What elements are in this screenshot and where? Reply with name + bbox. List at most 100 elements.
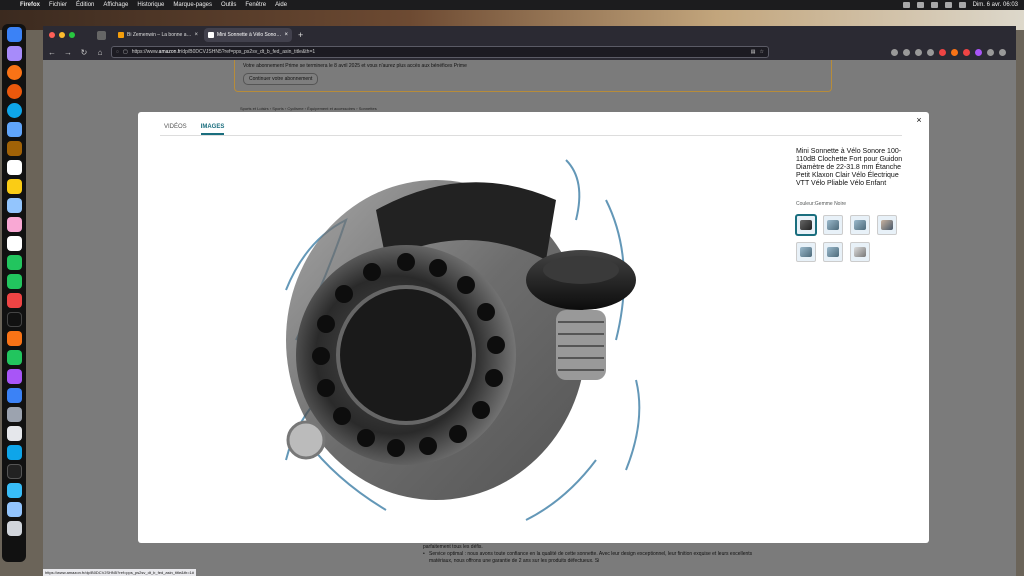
breadcrumb[interactable]: Sports et Loisirs › Sports › Cyclisme › … (240, 106, 377, 111)
main-product-image[interactable] (266, 140, 662, 536)
messages-icon[interactable] (6, 350, 22, 365)
thumbnail-5[interactable] (796, 242, 816, 262)
maps-icon[interactable] (6, 198, 22, 213)
menu-fichier[interactable]: Fichier (49, 2, 67, 8)
finder-icon[interactable] (6, 27, 22, 42)
tab-videos[interactable]: VIDÉOS (164, 124, 187, 135)
mount-screw (286, 420, 326, 460)
forward-icon[interactable]: → (63, 48, 73, 57)
thumbnail-image (881, 220, 893, 230)
minimize-window-icon[interactable] (59, 32, 65, 38)
window-controls (49, 32, 75, 38)
reminders-icon[interactable] (6, 236, 22, 251)
terminal-icon[interactable] (6, 464, 22, 479)
url-bar[interactable]: ◌ ▢ https://www.amazon.fr/dp/B0DCVJSHN5?… (111, 46, 769, 58)
thumbnail-image (800, 220, 812, 230)
tab-close-icon[interactable]: × (284, 32, 288, 38)
tab-label: Mini Sonnette à Vélo Sonore 10 (217, 32, 282, 38)
thumbnail-7[interactable] (850, 242, 870, 262)
cloud-icon[interactable] (6, 483, 22, 498)
menu-historique[interactable]: Historique (137, 2, 164, 8)
tv-icon[interactable] (6, 312, 22, 327)
app-store-icon[interactable] (6, 388, 22, 403)
tab-overview-icon[interactable] (97, 30, 106, 40)
thumbnail-2[interactable] (823, 215, 843, 235)
search-icon[interactable] (944, 2, 952, 8)
reader-icon[interactable]: ▤ (751, 49, 756, 55)
menu-fenetre[interactable]: Fenêtre (245, 2, 266, 8)
extension-icon[interactable] (951, 48, 958, 56)
apple-icon[interactable] (6, 1, 14, 9)
thumbnail-image (854, 220, 866, 230)
battery-icon[interactable] (916, 2, 924, 8)
close-modal-button[interactable]: × (913, 115, 925, 127)
podcasts-icon[interactable] (6, 369, 22, 384)
close-window-icon[interactable] (49, 32, 55, 38)
notes-icon[interactable] (6, 179, 22, 194)
status-url: https://www.amazon.fr/dp/B0DCVJSHN5?ref=… (43, 569, 196, 576)
bookmark-star-icon[interactable]: ☆ (760, 49, 764, 55)
tab-amazon[interactable]: Mini Sonnette à Vélo Sonore 10 × (204, 28, 292, 42)
thumbnail-image (827, 220, 839, 230)
home-icon[interactable]: ⌂ (95, 48, 105, 57)
macos-menubar: Firefox Fichier Édition Affichage Histor… (0, 0, 1024, 10)
preview-icon[interactable] (6, 426, 22, 441)
facetime-icon[interactable] (6, 255, 22, 270)
contacts-icon[interactable] (6, 141, 22, 156)
sidebar-icon[interactable] (915, 48, 922, 56)
thumbnail-4[interactable] (877, 215, 897, 235)
color-label: Couleur:Gemme Noire (796, 201, 847, 207)
divider (160, 135, 902, 136)
extensions-toolbar (891, 48, 1006, 56)
firefox-icon[interactable] (6, 65, 22, 80)
extension-icon[interactable] (927, 48, 934, 56)
status-icon[interactable] (902, 2, 910, 8)
tab-close-icon[interactable]: × (194, 32, 198, 38)
thumbnail-1[interactable] (796, 215, 816, 235)
music-icon[interactable] (6, 293, 22, 308)
launchpad-icon[interactable] (6, 46, 22, 61)
tab-favicon-icon (208, 32, 214, 38)
settings-icon[interactable] (6, 407, 22, 422)
continue-prime-button[interactable]: Continuer votre abonnement (243, 73, 319, 85)
new-tab-icon[interactable]: + (298, 30, 303, 40)
tab-label: Bi Zemenwin – La bonne adresse (127, 32, 191, 38)
finder-app-icon[interactable] (6, 445, 22, 460)
lock-icon[interactable]: ▢ (123, 49, 128, 55)
back-icon[interactable]: ← (47, 48, 57, 57)
menu-edition[interactable]: Édition (76, 2, 94, 8)
control-center-icon[interactable] (958, 2, 966, 8)
menu-aide[interactable]: Aide (275, 2, 287, 8)
calendar-icon[interactable] (6, 160, 22, 175)
thumbnail-3[interactable] (850, 215, 870, 235)
handlebar-hole (336, 285, 476, 425)
tab-bizemenwin[interactable]: Bi Zemenwin – La bonne adresse × (114, 28, 202, 42)
downloads-icon[interactable] (6, 502, 22, 517)
trash-icon[interactable] (6, 521, 22, 536)
safari-icon[interactable] (6, 103, 22, 118)
wifi-icon[interactable] (930, 2, 938, 8)
zoom-window-icon[interactable] (69, 32, 75, 38)
thumbnail-image (827, 247, 839, 257)
menu-marque-pages[interactable]: Marque-pages (173, 2, 212, 8)
thumbnail-6[interactable] (823, 242, 843, 262)
menu-outils[interactable]: Outils (221, 2, 236, 8)
shield-icon[interactable]: ◌ (116, 49, 119, 55)
menubar-clock[interactable]: Dim. 6 avr. 06:03 (973, 2, 1018, 8)
menu-affichage[interactable]: Affichage (103, 2, 128, 8)
photos-icon[interactable] (6, 217, 22, 232)
whatsapp-icon[interactable] (6, 274, 22, 289)
library-icon[interactable] (903, 48, 910, 56)
menu-app[interactable]: Firefox (20, 2, 40, 8)
pocket-icon[interactable] (891, 48, 898, 56)
menu-icon[interactable] (999, 48, 1006, 56)
tab-images[interactable]: IMAGES (200, 124, 225, 135)
extension-icon[interactable] (975, 48, 982, 56)
firefox-dev-icon[interactable] (6, 84, 22, 99)
extension-icon[interactable] (963, 48, 970, 56)
mail-icon[interactable] (6, 122, 22, 137)
puzzle-icon[interactable] (987, 48, 994, 56)
extension-icon[interactable] (939, 48, 946, 56)
reload-icon[interactable]: ↻ (79, 48, 89, 57)
books-icon[interactable] (6, 331, 22, 346)
